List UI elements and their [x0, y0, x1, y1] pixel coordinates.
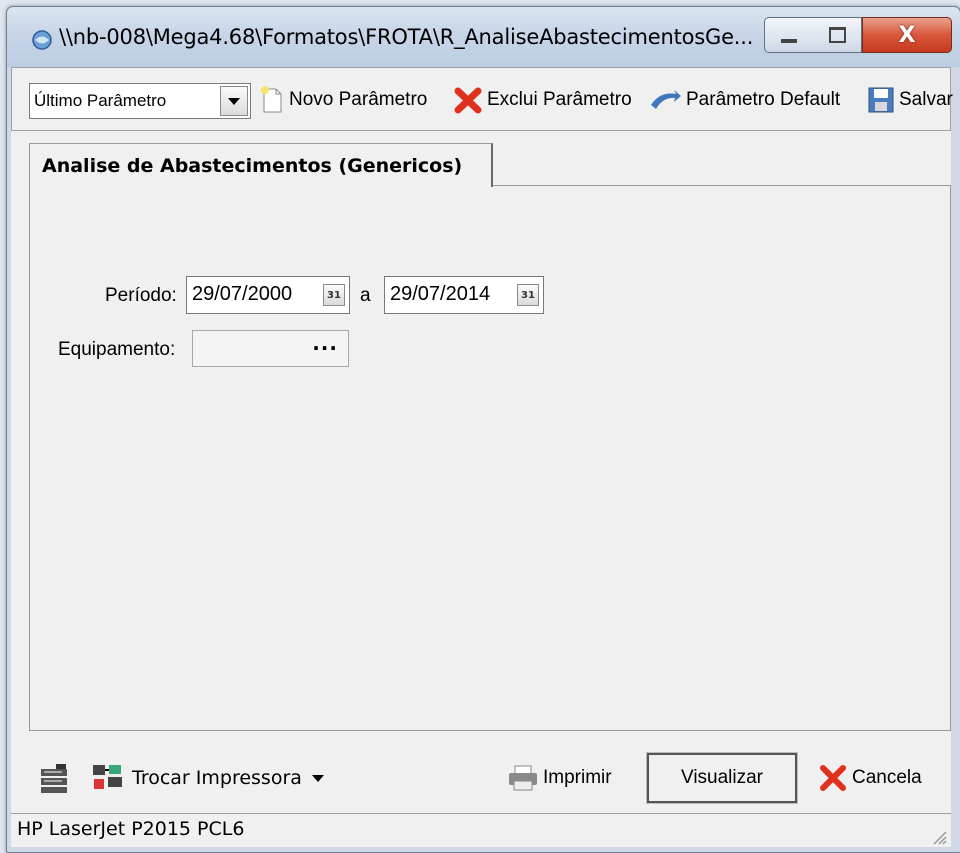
minimize-button[interactable] [764, 17, 814, 53]
date-to-value: 29/07/2014 [390, 283, 491, 305]
equipamento-field[interactable]: ··· [192, 330, 349, 367]
novo-parametro-label: Novo Parâmetro [289, 89, 428, 110]
periodo-label: Período: [105, 285, 177, 306]
date-from-field[interactable]: 29/07/2000 31 [186, 276, 350, 314]
parametro-default-label: Parâmetro Default [686, 89, 841, 110]
date-to-calendar-button[interactable]: 31 [517, 284, 539, 306]
minimize-icon [781, 39, 797, 43]
parameter-select-dropdown[interactable] [220, 86, 248, 116]
printer-setup-button[interactable] [38, 756, 74, 800]
date-separator: a [360, 285, 371, 306]
calendar-icon: 31 [521, 289, 535, 301]
trocar-impressora-label: Trocar Impressora [132, 767, 302, 789]
parameter-select-value: Último Parâmetro [34, 91, 167, 110]
cancela-label: Cancela [852, 767, 922, 788]
parameter-toolbar: Último Parâmetro Novo Parâmetro Exclui P… [11, 67, 953, 131]
novo-parametro-button[interactable]: Novo Parâmetro [259, 78, 427, 122]
close-button[interactable]: X [862, 17, 952, 53]
visualizar-label: Visualizar [680, 767, 764, 788]
salvar-label: Salvar [899, 89, 953, 110]
exclui-parametro-label: Exclui Parâmetro [487, 89, 632, 110]
chevron-down-icon [311, 774, 324, 782]
close-icon: X [898, 22, 916, 48]
swap-printer-icon [93, 765, 122, 789]
visualizar-button[interactable]: Visualizar [646, 752, 798, 804]
calendar-icon: 31 [327, 289, 341, 301]
tab-analise-abastecimentos[interactable]: Analise de Abastecimentos (Genericos) [29, 143, 493, 187]
tab-panel [29, 185, 951, 731]
equipamento-lookup-button[interactable]: ··· [312, 336, 338, 360]
tab-label: Analise de Abastecimentos (Genericos) [42, 155, 463, 177]
delete-x-icon [454, 87, 482, 114]
maximize-icon [828, 27, 846, 43]
title-bar[interactable]: \\nb-008\Mega4.68\Formatos\FROTA\R_Anali… [7, 7, 960, 67]
cancela-button[interactable]: Cancela [818, 756, 922, 800]
imprimir-button[interactable]: Imprimir [507, 756, 612, 800]
salvar-button[interactable]: Salvar [867, 78, 953, 122]
printer-stack-icon [41, 764, 67, 793]
date-from-value: 29/07/2000 [192, 283, 293, 305]
maximize-button[interactable] [813, 17, 862, 53]
trocar-impressora-button[interactable]: Trocar Impressora [88, 756, 324, 800]
chevron-down-icon [228, 97, 240, 105]
equipamento-label: Equipamento: [58, 339, 176, 360]
date-to-field[interactable]: 29/07/2014 31 [384, 276, 544, 314]
resize-grip-icon[interactable] [929, 827, 947, 845]
save-disk-icon [868, 87, 894, 113]
date-from-calendar-button[interactable]: 31 [323, 284, 345, 306]
new-document-icon [261, 86, 282, 113]
cancel-x-icon [820, 765, 846, 791]
parametro-default-button[interactable]: Parâmetro Default [648, 78, 840, 122]
status-bar: HP LaserJet P2015 PCL6 [11, 813, 951, 847]
exclui-parametro-button[interactable]: Exclui Parâmetro [453, 78, 632, 122]
app-icon [32, 30, 52, 50]
default-arrow-icon [651, 90, 681, 109]
parameter-select[interactable]: Último Parâmetro [29, 83, 251, 119]
printer-name: HP LaserJet P2015 PCL6 [17, 818, 245, 840]
imprimir-label: Imprimir [543, 767, 612, 788]
window-title: \\nb-008\Mega4.68\Formatos\FROTA\R_Anali… [59, 25, 754, 49]
printer-icon [509, 765, 537, 791]
